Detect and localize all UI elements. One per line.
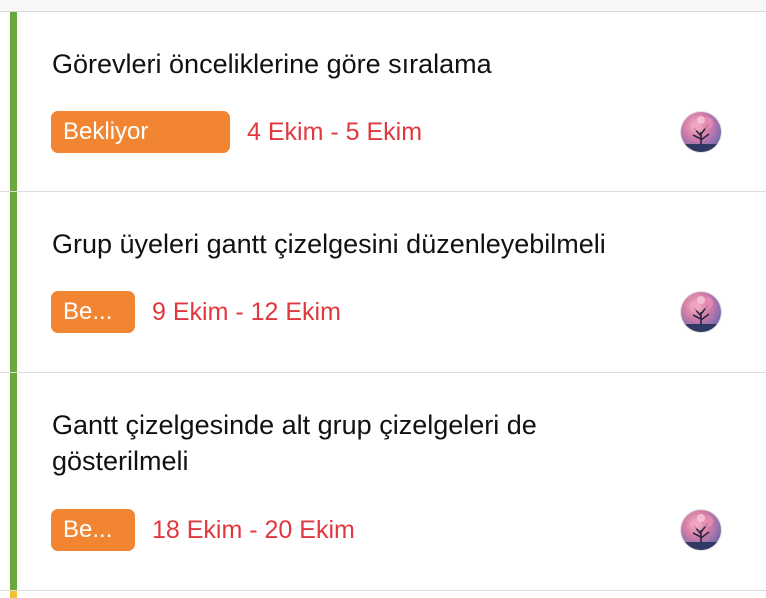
assignee-avatar[interactable] bbox=[681, 112, 721, 152]
group-color-stripe bbox=[10, 192, 17, 372]
group-color-stripe bbox=[10, 12, 17, 191]
task-row[interactable]: Grup üyeleri gantt çizelgesini düzenleye… bbox=[0, 192, 766, 373]
next-row-color-stripe bbox=[10, 591, 17, 598]
status-badge[interactable]: Be... bbox=[51, 509, 135, 551]
task-title: Gantt çizelgesinde alt grup çizelgeleri … bbox=[52, 410, 537, 476]
group-color-stripe bbox=[10, 373, 17, 590]
task-row[interactable]: Görevleri önceliklerine göre sıralama Be… bbox=[0, 12, 766, 192]
previous-row-edge bbox=[0, 0, 766, 12]
task-list: Görevleri önceliklerine göre sıralama Be… bbox=[0, 0, 766, 598]
task-dates: 9 Ekim - 12 Ekim bbox=[152, 298, 341, 326]
status-badge[interactable]: Bekliyor bbox=[51, 111, 230, 153]
tree-avatar-icon bbox=[681, 116, 721, 152]
tree-avatar-icon bbox=[681, 296, 721, 332]
task-title: Görevleri önceliklerine göre sıralama bbox=[52, 49, 492, 79]
assignee-avatar[interactable] bbox=[681, 292, 721, 332]
task-dates: 18 Ekim - 20 Ekim bbox=[152, 516, 355, 544]
task-row[interactable]: Gantt çizelgesinde alt grup çizelgeleri … bbox=[0, 373, 766, 591]
assignee-avatar[interactable] bbox=[681, 510, 721, 550]
task-title: Grup üyeleri gantt çizelgesini düzenleye… bbox=[52, 229, 606, 259]
tree-avatar-icon bbox=[681, 514, 721, 550]
task-dates: 4 Ekim - 5 Ekim bbox=[247, 118, 423, 146]
status-badge[interactable]: Be... bbox=[51, 291, 135, 333]
